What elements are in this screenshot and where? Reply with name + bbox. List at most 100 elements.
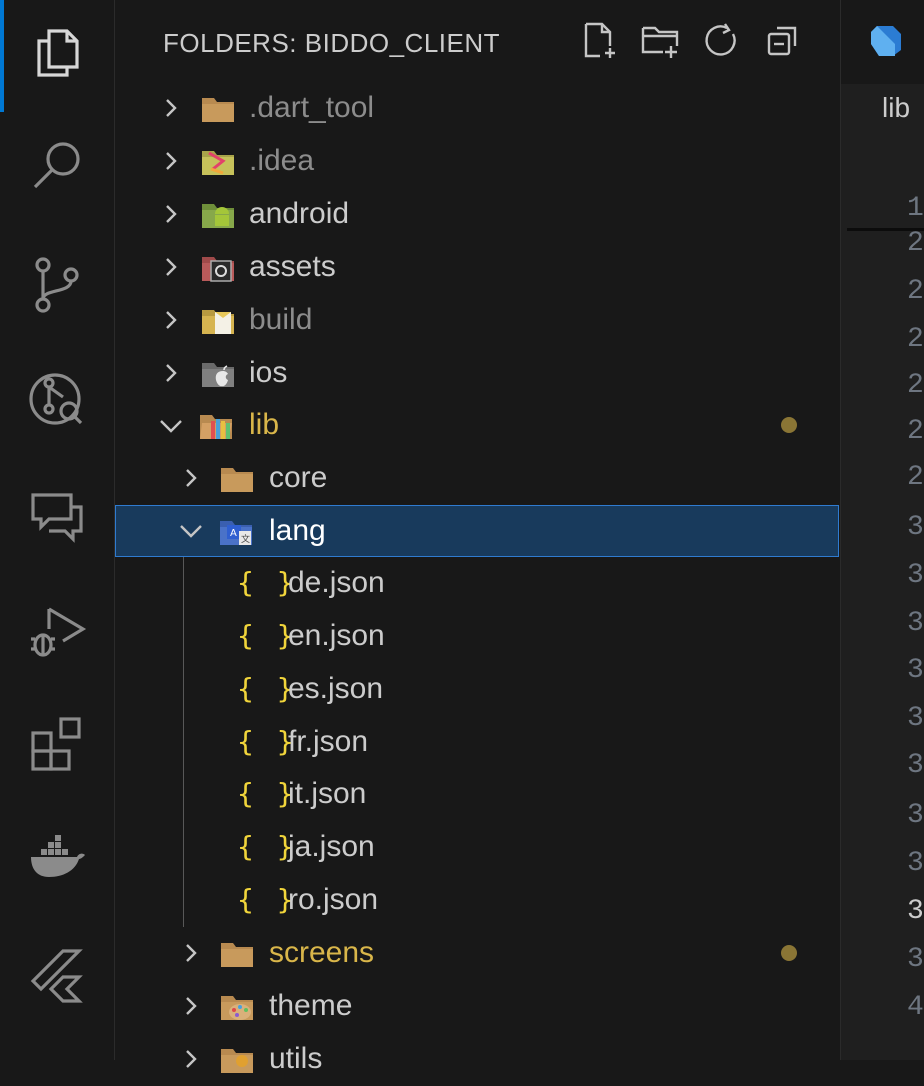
line-number: 2 xyxy=(907,228,924,259)
tree-item-label: .dart_tool xyxy=(249,91,375,124)
tree-item-build[interactable]: build xyxy=(115,294,839,347)
debug-icon xyxy=(31,607,87,657)
line-number: 2 xyxy=(907,462,924,493)
tree-item-label: ro.json xyxy=(288,883,379,916)
utils-folder-icon xyxy=(220,1045,254,1075)
modified-indicator xyxy=(781,417,797,433)
new-folder-icon xyxy=(641,26,679,58)
svg-text:文: 文 xyxy=(241,533,250,545)
new-file-button[interactable] xyxy=(576,18,622,64)
line-number: 3 xyxy=(907,800,924,831)
chevron-right-icon xyxy=(159,96,183,120)
source-control-icon xyxy=(35,257,79,313)
git-graph-icon xyxy=(29,373,83,425)
tree-item-theme[interactable]: theme xyxy=(115,980,839,1033)
tree-item-label: de.json xyxy=(288,566,385,599)
tree-item-dart-tool[interactable]: .dart_tool xyxy=(115,82,839,135)
comments-icon xyxy=(31,493,83,543)
idea-folder-icon xyxy=(201,147,235,177)
new-file-icon xyxy=(584,22,615,58)
explorer-header: FOLDERS: BIDDO_CLIENT xyxy=(115,0,839,82)
tree-item-label: lang xyxy=(269,514,326,547)
line-number: 2 xyxy=(907,370,924,401)
folder-icon xyxy=(220,939,254,969)
search-activity-button[interactable] xyxy=(0,114,114,220)
tree-item-label: ios xyxy=(249,356,288,389)
line-number: 2 xyxy=(907,324,924,355)
tree-item-label: .idea xyxy=(249,144,315,177)
tree-item-label: android xyxy=(249,197,350,230)
folder-icon xyxy=(201,94,235,124)
tree-item-assets[interactable]: assets xyxy=(115,241,839,294)
chevron-right-icon xyxy=(179,994,203,1018)
tree-item-label: ja.json xyxy=(288,830,375,863)
line-number: 3 xyxy=(907,896,924,927)
lang-folder-icon: A文 xyxy=(219,517,253,547)
line-number: 3 xyxy=(907,750,924,781)
line-number: 3 xyxy=(907,655,924,686)
tree-item-ro-json[interactable]: { } ro.json xyxy=(115,874,839,927)
tree-item-de-json[interactable]: { } de.json xyxy=(115,557,839,610)
explorer-activity-button[interactable] xyxy=(0,0,114,112)
line-number: 3 xyxy=(907,703,924,734)
chevron-down-icon xyxy=(159,414,183,438)
refresh-button[interactable] xyxy=(699,18,745,64)
tree-item-label: assets xyxy=(249,250,336,283)
tree-item-label: en.json xyxy=(288,619,385,652)
chevron-down-icon xyxy=(179,519,203,543)
chevron-right-icon xyxy=(179,466,203,490)
tree-item-lang[interactable]: A文 lang xyxy=(115,505,839,557)
run-debug-activity-button[interactable] xyxy=(0,578,114,684)
line-number: 3 xyxy=(907,512,924,543)
new-folder-button[interactable] xyxy=(637,18,683,64)
editor-tab[interactable] xyxy=(841,0,924,84)
tree-item-it-json[interactable]: { } it.json xyxy=(115,768,839,821)
tree-item-ja-json[interactable]: { } ja.json xyxy=(115,821,839,874)
collapse-all-icon xyxy=(767,26,797,56)
source-control-activity-button[interactable] xyxy=(0,232,114,338)
tree-item-android[interactable]: android xyxy=(115,188,839,241)
editor-area[interactable]: lib 1 2 2 2 2 2 2 3 3 3 3 3 3 3 3 3 3 4 xyxy=(840,0,924,1060)
tree-item-core[interactable]: core xyxy=(115,452,839,505)
breadcrumb[interactable]: lib xyxy=(882,92,910,124)
files-icon xyxy=(37,29,79,77)
line-number: 3 xyxy=(907,608,924,639)
tree-item-idea[interactable]: .idea xyxy=(115,135,839,188)
line-number: 2 xyxy=(907,416,924,447)
activity-bar xyxy=(0,0,115,1060)
extensions-activity-button[interactable] xyxy=(0,690,114,796)
line-number: 2 xyxy=(907,276,924,307)
flutter-activity-button[interactable] xyxy=(0,922,114,1028)
chevron-right-icon xyxy=(159,202,183,226)
assets-folder-icon xyxy=(201,253,235,283)
tree-item-label: build xyxy=(249,303,313,336)
tree-item-en-json[interactable]: { } en.json xyxy=(115,610,839,663)
tree-item-ios[interactable]: ios xyxy=(115,347,839,400)
tree-item-es-json[interactable]: { } es.json xyxy=(115,663,839,716)
collapse-all-button[interactable] xyxy=(761,18,807,64)
line-number: 1 xyxy=(907,193,924,224)
chevron-right-icon xyxy=(179,1047,203,1071)
tree-item-label: lib xyxy=(249,408,280,441)
tree-item-label: core xyxy=(269,461,328,494)
line-number: 3 xyxy=(907,560,924,591)
chevron-right-icon xyxy=(159,361,183,385)
chevron-right-icon xyxy=(179,941,203,965)
refresh-icon xyxy=(705,23,736,56)
tree-item-fr-json[interactable]: { } fr.json xyxy=(115,716,839,769)
tree-item-label: utils xyxy=(269,1042,323,1075)
tree-item-label: fr.json xyxy=(288,725,369,758)
tree-item-lib[interactable]: lib xyxy=(115,399,839,452)
docker-activity-button[interactable] xyxy=(0,806,114,912)
svg-text:A: A xyxy=(230,528,237,539)
run-debug-activity-button[interactable] xyxy=(0,346,114,452)
docker-icon xyxy=(31,835,85,877)
modified-indicator xyxy=(781,945,797,961)
tree-item-label: screens xyxy=(269,936,375,969)
comments-activity-button[interactable] xyxy=(0,462,114,568)
tree-item-screens[interactable]: screens xyxy=(115,927,839,980)
line-number: 3 xyxy=(907,848,924,879)
explorer-panel: FOLDERS: BIDDO_CLIENT .dart_tool .idea a… xyxy=(115,0,839,1075)
chevron-right-icon xyxy=(159,255,183,279)
folder-icon xyxy=(220,464,254,494)
